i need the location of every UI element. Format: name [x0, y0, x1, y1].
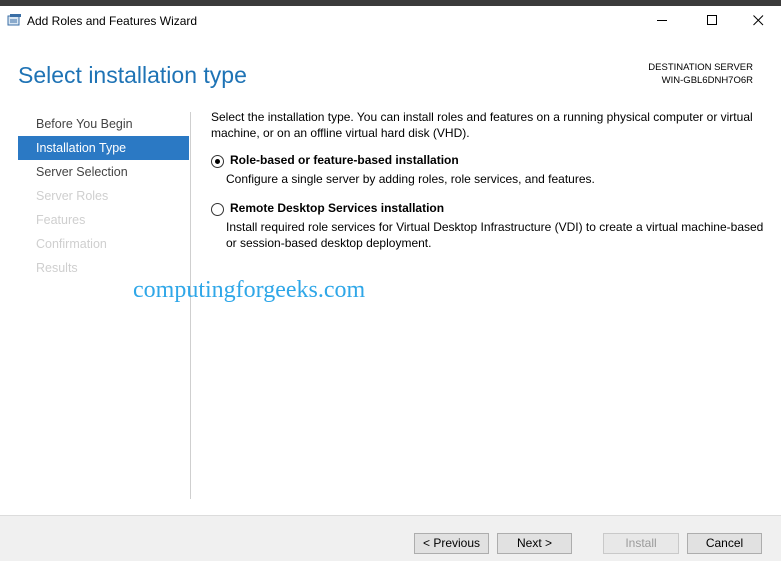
wizard-window: Add Roles and Features Wizard Select ins…: [0, 6, 781, 560]
remote-desktop-radio[interactable]: [211, 203, 224, 216]
close-icon: [753, 15, 764, 26]
intro-text: Select the installation type. You can in…: [211, 110, 753, 140]
nav-item-server-roles: Server Roles: [36, 189, 109, 203]
destination-server-name: WIN-GBL6DNH7O6R: [661, 74, 753, 86]
close-button[interactable]: [736, 6, 781, 35]
nav-item-server-selection[interactable]: Server Selection: [18, 160, 189, 184]
maximize-button[interactable]: [690, 6, 736, 35]
minimize-button[interactable]: [640, 6, 686, 35]
destination-server: DESTINATION SERVER WIN-GBL6DNH7O6R: [648, 62, 753, 87]
window-title: Add Roles and Features Wizard: [27, 14, 198, 28]
nav-item-confirmation: Confirmation: [36, 237, 107, 251]
server-manager-icon: [7, 14, 21, 26]
role-based-radio[interactable]: [211, 155, 224, 168]
next-button[interactable]: Next >: [497, 533, 572, 554]
destination-label: DESTINATION SERVER: [648, 62, 753, 73]
button-bar: < Previous Next > Install Cancel: [0, 515, 781, 561]
nav-item-features: Features: [36, 213, 86, 227]
remote-desktop-option-label[interactable]: Remote Desktop Services installation: [230, 201, 444, 215]
install-button: Install: [603, 533, 679, 554]
watermark-text: computingforgeeks.com: [133, 277, 366, 303]
radio-selected-dot: [215, 159, 220, 164]
nav-item-installation-type[interactable]: Installation Type: [18, 136, 189, 160]
nav-item-before-you-begin[interactable]: Before You Begin: [18, 112, 189, 136]
page-title: Select installation type: [18, 62, 247, 88]
wizard-steps-nav: Before You Begin Installation Type Serve…: [18, 112, 189, 280]
maximize-icon: [707, 15, 717, 25]
nav-divider: [190, 112, 191, 499]
previous-button[interactable]: < Previous: [414, 533, 489, 554]
minimize-icon: [657, 20, 667, 21]
main-content: Select the installation type. You can in…: [211, 109, 771, 250]
role-based-option-label[interactable]: Role-based or feature-based installation: [230, 153, 459, 167]
cancel-button[interactable]: Cancel: [687, 533, 762, 554]
title-bar[interactable]: Add Roles and Features Wizard: [0, 6, 781, 35]
remote-desktop-option-description: Install required role services for Virtu…: [226, 220, 764, 250]
role-based-option-description: Configure a single server by adding role…: [226, 172, 595, 186]
